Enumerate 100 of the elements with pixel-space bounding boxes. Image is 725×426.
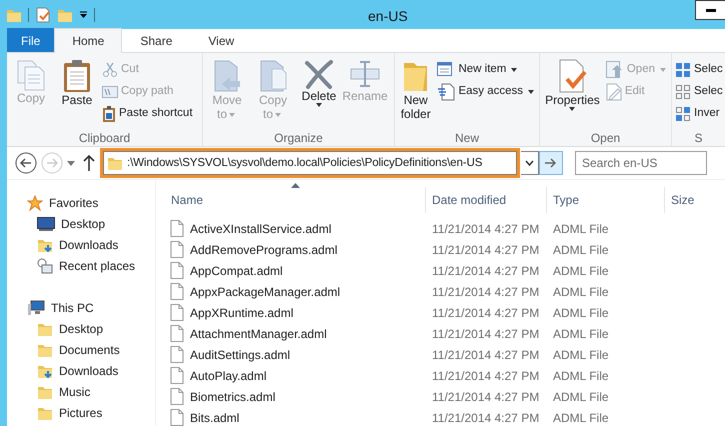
- file-type: ADML File: [552, 220, 610, 238]
- ribbon-button[interactable]: Delete: [297, 59, 341, 129]
- date-modified: 11/21/2014 4:27 PM: [431, 346, 540, 364]
- date-modified: 11/21/2014 4:27 PM: [431, 284, 540, 300]
- ribbon-button[interactable]: Inver: [674, 103, 724, 125]
- clipboard-icon: [62, 59, 92, 93]
- computer-icon: [27, 300, 45, 316]
- document-check-icon: [35, 6, 51, 22]
- ribbon-button[interactable]: Paste shortcut: [101, 103, 194, 125]
- clipboard-shortcut-icon: [102, 106, 116, 122]
- caret-icon: [275, 112, 281, 117]
- document-lines-icon: [437, 83, 456, 101]
- address-bar[interactable]: :\Windows\SYSVOL\sysvol\demo.local\Policies\PolicyDefinitions\en-US: [103, 151, 517, 175]
- sidebar-item[interactable]: Pictures: [37, 402, 102, 423]
- caret-icon: [569, 107, 576, 111]
- group-label: Open: [590, 130, 622, 146]
- group-label: Organize: [273, 130, 324, 146]
- file-name[interactable]: AddRemovePrograms.adml: [190, 240, 338, 258]
- document-icon: [170, 325, 184, 342]
- up-arrow-icon: [83, 155, 95, 171]
- ribbon-button[interactable]: New folder: [397, 59, 434, 129]
- sort-arrow-icon: [290, 183, 300, 188]
- caret-icon: [511, 68, 518, 72]
- back-button[interactable]: [15, 152, 37, 174]
- group-label: New: [454, 130, 480, 146]
- file-type: ADML File: [552, 262, 610, 280]
- date-modified: 11/21/2014 4:27 PM: [431, 410, 540, 426]
- minimize-icon: [706, 8, 716, 12]
- caret-icon: [229, 112, 235, 117]
- document-icon: [170, 367, 184, 384]
- file-type: ADML File: [552, 304, 610, 322]
- open-icon: [606, 61, 624, 79]
- group-label: S: [693, 130, 704, 146]
- ribbon-button[interactable]: Properties: [542, 59, 603, 129]
- ribbon-button[interactable]: Selec: [674, 59, 724, 81]
- ribbon-tab[interactable]: Share: [122, 28, 190, 52]
- file-type: ADML File: [552, 388, 610, 406]
- sidebar-item[interactable]: Downloads: [37, 234, 118, 255]
- sidebar-item[interactable]: Recent places: [37, 255, 136, 276]
- star-icon: [27, 194, 43, 210]
- date-modified: 11/21/2014 4:27 PM: [431, 368, 540, 384]
- arrow-icon: [545, 158, 557, 168]
- document-icon: [170, 388, 184, 405]
- document-icon: [170, 262, 184, 279]
- pages-icon: [16, 59, 46, 91]
- text-cursor-icon: [350, 59, 380, 89]
- sidebar-item[interactable]: Desktop: [37, 318, 104, 339]
- file-type: ADML File: [552, 346, 610, 364]
- document-check-icon: [557, 59, 588, 93]
- up-button[interactable]: [83, 155, 95, 171]
- document-icon: [170, 220, 184, 237]
- sidebar-item[interactable]: Documents: [37, 339, 120, 360]
- file-name[interactable]: Biometrics.adml: [190, 388, 276, 406]
- ribbon-button[interactable]: Easy access: [436, 81, 537, 103]
- file-name[interactable]: AutoPlay.adml: [190, 366, 266, 384]
- recent-button[interactable]: [67, 160, 75, 166]
- caret-icon: [660, 68, 666, 72]
- ribbon-tab[interactable]: Home: [54, 28, 122, 53]
- file-name[interactable]: ActiveXInstallService.adml: [190, 220, 332, 238]
- file-type: ADML File: [552, 410, 610, 426]
- document-icon: [170, 304, 184, 321]
- grid-mixed-icon: [675, 106, 691, 122]
- customize-toolbar-button[interactable]: [79, 10, 88, 18]
- file-name[interactable]: AppxPackageManager.adml: [190, 282, 340, 300]
- sidebar-heading[interactable]: Favorites: [27, 192, 98, 213]
- recent-places-icon: [37, 258, 53, 274]
- document-icon: [170, 346, 184, 363]
- date-modified: 11/21/2014 4:27 PM: [431, 388, 540, 406]
- ribbon-button[interactable]: New item: [436, 59, 537, 81]
- file-name[interactable]: AttachmentManager.adml: [190, 324, 327, 342]
- date-modified: 11/21/2014 4:27 PM: [431, 304, 540, 322]
- sidebar-item[interactable]: Music: [37, 381, 90, 402]
- file-menu-tab[interactable]: File: [7, 28, 54, 52]
- folder-path: :\Windows\SYSVOL\sysvol\demo.local\Policies\PolicyDefinitions\en-US: [127, 155, 482, 172]
- folder-pages-icon: [258, 59, 288, 93]
- sidebar-item[interactable]: Desktop: [37, 213, 106, 234]
- file-name[interactable]: Bits.adml: [190, 408, 240, 426]
- date-modified: 11/21/2014 4:27 PM: [431, 220, 540, 238]
- address-dropdown-button[interactable]: [521, 151, 539, 175]
- ribbon-tab[interactable]: View: [190, 28, 252, 52]
- sidebar-item[interactable]: Downloads: [37, 360, 118, 381]
- sidebar-heading[interactable]: This PC: [27, 297, 94, 318]
- pencil-document-icon: [606, 83, 622, 101]
- date-modified: 11/21/2014 4:27 PM: [431, 326, 540, 342]
- file-type: ADML File: [552, 284, 610, 300]
- ribbon-button[interactable]: Selec: [674, 81, 724, 103]
- folder-arrow-icon: [212, 59, 242, 93]
- ribbon-button[interactable]: Paste: [55, 59, 99, 129]
- file-name[interactable]: AuditSettings.adml: [190, 346, 290, 364]
- grid-outline-icon: [675, 84, 691, 100]
- file-name[interactable]: AppCompat.adml: [190, 262, 283, 280]
- group-label: Clipboard: [78, 130, 132, 146]
- document-icon: [170, 283, 184, 300]
- caret-icon: [316, 103, 322, 107]
- file-name[interactable]: AppXRuntime.adml: [190, 304, 294, 322]
- search-field[interactable]: Search en-US: [575, 151, 707, 175]
- folder-icon: [107, 155, 123, 171]
- go-button[interactable]: [539, 151, 563, 175]
- minimize-button[interactable]: [695, 0, 725, 20]
- date-modified: 11/21/2014 4:27 PM: [431, 242, 540, 258]
